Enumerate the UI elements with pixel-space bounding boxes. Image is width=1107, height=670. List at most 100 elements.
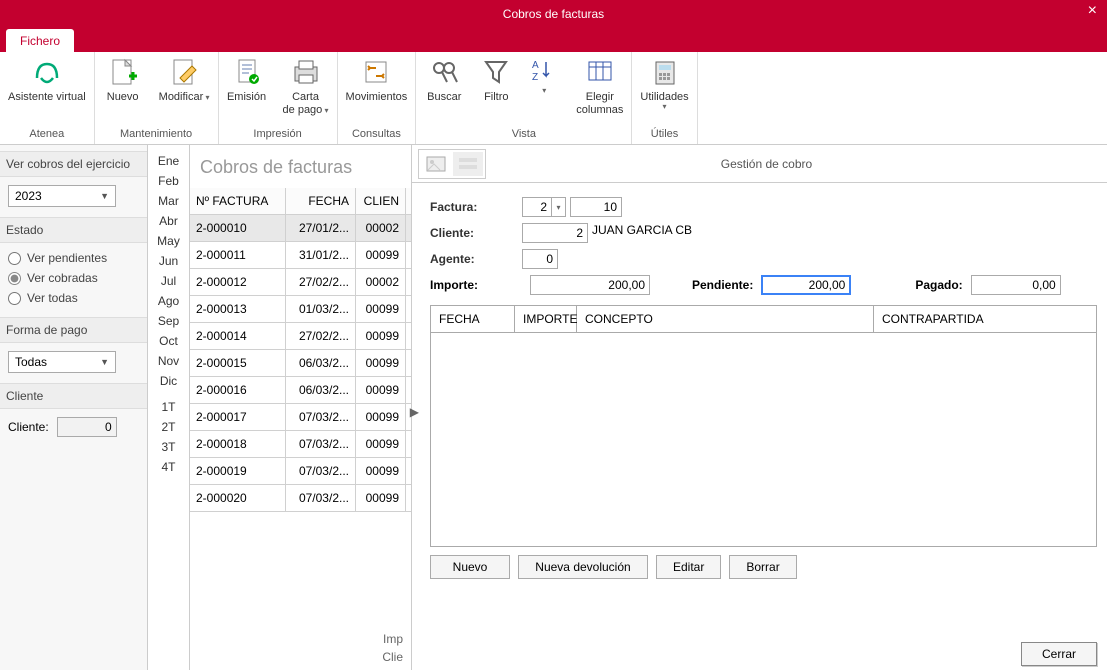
close-icon[interactable]: × [1088,2,1097,20]
month-item[interactable]: 1T [148,397,189,417]
month-item[interactable]: Feb [148,171,189,191]
window-title: Cobros de facturas [503,7,604,21]
ejercicio-section: Ver cobros del ejercicio [0,151,147,177]
forma-section: Forma de pago [0,317,147,343]
nuevo-button[interactable]: Nuevo [95,52,151,126]
asistente-label: Asistente virtual [8,91,86,104]
importe-label: Importe: [430,278,522,292]
ribbon-tabstrip: Fichero [0,27,1107,52]
radio-todas[interactable]: Ver todas [8,291,139,305]
month-item[interactable]: Nov [148,351,189,371]
cliente-id-input[interactable] [522,223,588,243]
month-item[interactable]: Ene [148,151,189,171]
group-utiles: Útiles [632,126,696,144]
table-row[interactable]: 2-00001301/03/2...00099 [190,296,411,323]
pendiente-label: Pendiente: [692,278,753,292]
year-select[interactable]: 2023▼ [8,185,116,207]
table-row[interactable]: 2-00001506/03/2...00099 [190,350,411,377]
detail-panel: Gestión de cobro Factura: 2▾ Cliente: JU… [412,145,1107,670]
group-vista: Vista [416,126,631,144]
asistente-virtual-button[interactable]: Asistente virtual [0,52,94,126]
view-image-icon[interactable] [421,152,451,176]
table-row[interactable]: 2-00001027/01/2...00002 [190,215,411,242]
utilidades-button[interactable]: Utilidades ▾ [632,52,696,126]
group-atenea: Atenea [0,126,94,144]
borrar-button[interactable]: Borrar [729,555,796,579]
filtro-button[interactable]: Filtro [472,52,520,126]
month-item[interactable]: Sep [148,311,189,331]
table-row[interactable]: 2-00001131/01/2...00099 [190,242,411,269]
factura-label: Factura: [430,200,522,214]
col-contrapartida[interactable]: CONTRAPARTIDA [874,306,1096,332]
month-item[interactable]: 4T [148,457,189,477]
month-item[interactable]: May [148,231,189,251]
filter-sidebar: Ver cobros del ejercicio 2023▼ Estado Ve… [0,145,148,670]
month-item[interactable]: Dic [148,371,189,391]
factura-num-input[interactable] [570,197,622,217]
table-row[interactable]: 2-00001606/03/2...00099 [190,377,411,404]
month-item[interactable]: Abr [148,211,189,231]
cliente-input[interactable] [57,417,117,437]
table-row[interactable]: 2-00001907/03/2...00099 [190,458,411,485]
factura-serie-select[interactable]: 2▾ [522,197,566,217]
month-list: EneFebMarAbrMayJunJulAgoSepOctNovDic 1T2T… [148,145,190,670]
table-row[interactable]: 2-00001807/03/2...00099 [190,431,411,458]
radio-pendientes[interactable]: Ver pendientes [8,251,139,265]
detail-title: Gestión de cobro [486,157,1107,171]
carta-pago-button[interactable]: Carta de pago ▾ [275,52,337,126]
nueva-devolucion-button[interactable]: Nueva devolución [518,555,648,579]
agente-label: Agente: [430,252,522,266]
month-item[interactable]: Mar [148,191,189,211]
cliente-label-detail: Cliente: [430,226,522,240]
month-item[interactable]: Jun [148,251,189,271]
col-fecha[interactable]: FECHA [286,188,356,214]
view-form-icon[interactable] [453,152,483,176]
nuevo-button[interactable]: Nuevo [430,555,510,579]
invoice-grid: Nº FACTURA FECHA CLIEN 2-00001027/01/2..… [190,188,411,670]
table-row[interactable]: 2-00001227/02/2...00002 [190,269,411,296]
col-concepto[interactable]: CONCEPTO [577,306,874,332]
window-titlebar: Cobros de facturas × [0,0,1107,27]
month-item[interactable]: Ago [148,291,189,311]
cliente-label: Cliente: [8,420,49,434]
group-impresion: Impresión [219,126,337,144]
month-item[interactable]: Jul [148,271,189,291]
table-row[interactable]: 2-00001427/02/2...00099 [190,323,411,350]
group-consultas: Consultas [338,126,416,144]
forma-select[interactable]: Todas▼ [8,351,116,373]
month-item[interactable]: 2T [148,417,189,437]
modificar-button[interactable]: Modificar ▾ [151,52,218,126]
tab-fichero[interactable]: Fichero [6,29,74,52]
month-item[interactable]: Oct [148,331,189,351]
svg-text:A: A [532,60,539,71]
pendiente-input[interactable] [761,275,851,295]
group-mantenimiento: Mantenimiento [95,126,218,144]
elegir-columnas-button[interactable]: Elegir columnas [568,52,631,126]
col-fecha[interactable]: FECHA [431,306,515,332]
pagado-input[interactable] [971,275,1061,295]
buscar-button[interactable]: Buscar [416,52,472,126]
col-nfactura[interactable]: Nº FACTURA [190,188,286,214]
cliente-name: JUAN GARCIA CB [588,223,696,243]
radio-cobradas[interactable]: Ver cobradas [8,271,139,285]
cerrar-button[interactable]: Cerrar [1021,642,1097,666]
col-cliente[interactable]: CLIEN [356,188,406,214]
emision-button[interactable]: Emisión [219,52,275,126]
cobro-grid: FECHA IMPORTE CONCEPTO CONTRAPARTIDA [430,305,1097,547]
cliente-section: Cliente [0,383,147,409]
svg-text:Z: Z [532,72,538,83]
ribbon: Asistente virtual Atenea Nuevo Modificar… [0,52,1107,145]
pagado-label: Pagado: [915,278,962,292]
sort-button[interactable]: AZ ▾ [520,52,568,126]
estado-section: Estado [0,217,147,243]
importe-input[interactable] [530,275,650,295]
month-item[interactable]: 3T [148,437,189,457]
table-row[interactable]: 2-00001707/03/2...00099 [190,404,411,431]
table-row[interactable]: 2-00002007/03/2...00099 [190,485,411,512]
col-importe[interactable]: IMPORTE [515,306,577,332]
movimientos-button[interactable]: Movimientos [338,52,416,126]
editar-button[interactable]: Editar [656,555,721,579]
agente-input[interactable] [522,249,558,269]
table-title: Cobros de facturas [190,145,411,188]
expand-handle-icon[interactable]: ▶ [410,405,419,419]
